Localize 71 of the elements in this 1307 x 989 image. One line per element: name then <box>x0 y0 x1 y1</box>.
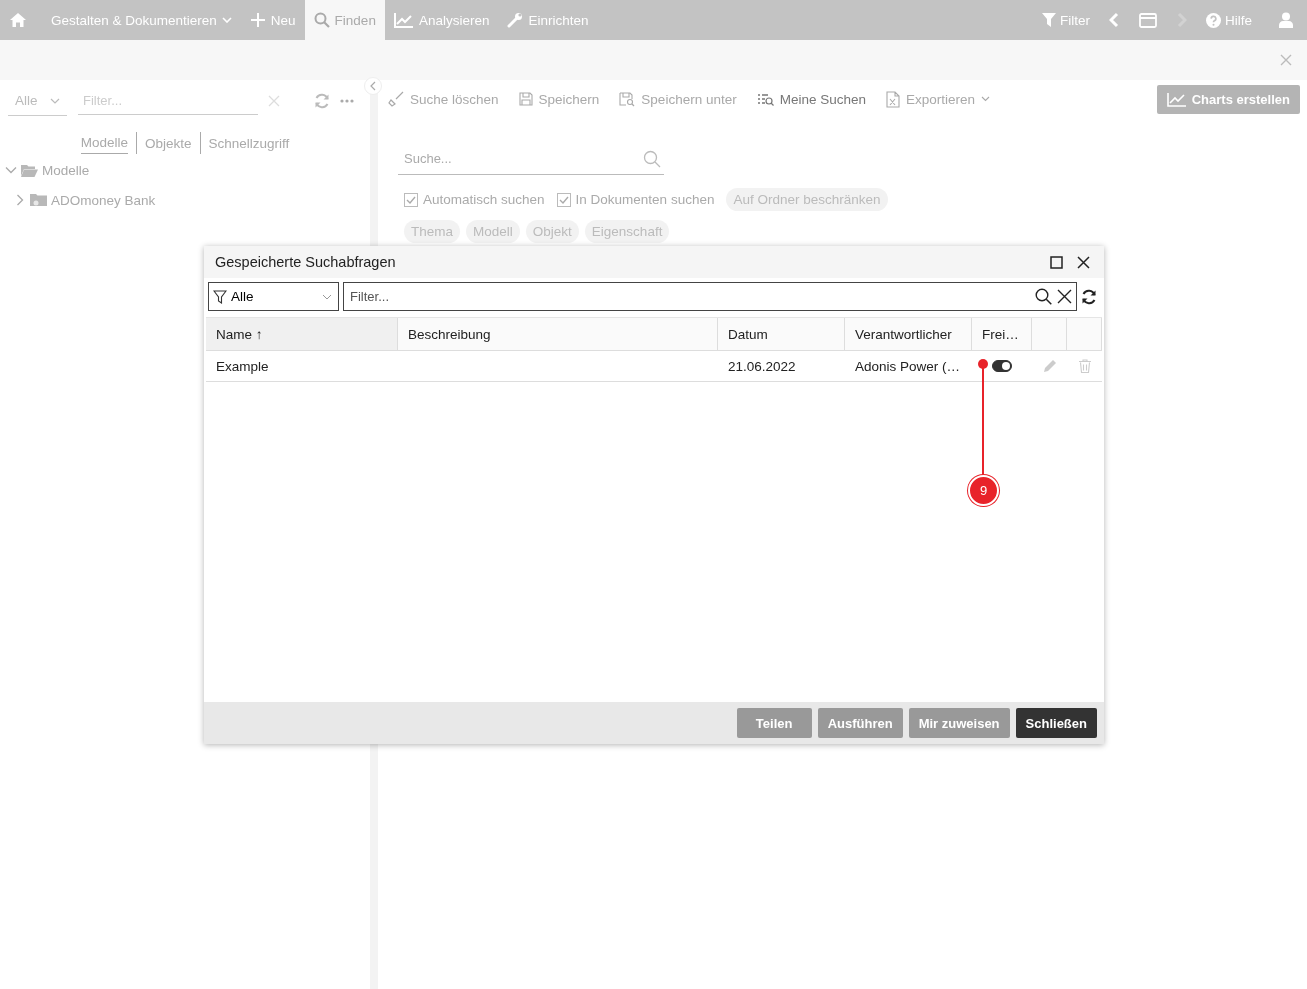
user-icon <box>1279 12 1293 28</box>
toolbar-button[interactable]: Meine Suchen <box>756 91 866 107</box>
caret-icon <box>322 293 332 300</box>
dialog-button[interactable]: Mir zuweisen <box>908 708 1010 738</box>
maximize-icon[interactable] <box>1050 255 1063 269</box>
chevron-down-icon[interactable] <box>5 164 17 176</box>
table-cell-text: Example <box>215 357 270 376</box>
filter-field[interactable]: Filter... <box>343 282 1077 311</box>
filter-icon <box>213 289 227 304</box>
pencil-icon[interactable] <box>1042 359 1057 373</box>
floppy-icon <box>518 92 533 106</box>
checkbox[interactable] <box>556 192 571 207</box>
excel-file-icon <box>886 90 900 108</box>
panel-tab[interactable]: Objekte <box>144 132 192 154</box>
dialog-title: Gespeicherte Suchabfragen <box>215 254 396 270</box>
refresh-icon[interactable] <box>1081 288 1097 305</box>
folder-icon <box>30 193 47 207</box>
create-charts-button[interactable]: Charts erstellen <box>1156 84 1300 114</box>
checkbox-label: Automatisch suchen <box>423 192 545 207</box>
caret-icon <box>221 17 232 23</box>
tree-item[interactable]: ADOmoney Bank <box>51 192 156 208</box>
tree-item[interactable]: Modelle <box>42 162 90 178</box>
help-button[interactable]: Hilfe <box>1197 0 1261 40</box>
dialog-button[interactable]: Teilen <box>736 708 812 738</box>
question-icon <box>1206 12 1221 28</box>
checkbox-label: In Dokumenten suchen <box>575 192 715 207</box>
close-icon[interactable] <box>1077 255 1090 269</box>
search-icon <box>1035 288 1052 305</box>
checkbox[interactable] <box>404 192 418 207</box>
scope-dropdown[interactable]: Alle <box>8 86 67 116</box>
dialog-button[interactable]: Ausführen <box>817 708 903 738</box>
plus-icon <box>249 12 266 28</box>
search-icon <box>313 12 330 28</box>
filter-button[interactable]: Filter <box>1033 0 1099 40</box>
nav-menu-item[interactable]: Finden <box>304 0 385 40</box>
column-header[interactable]: Name ↑ <box>206 318 398 350</box>
annotation-callout: 9 <box>968 359 999 507</box>
list-search-icon <box>756 92 774 106</box>
chevron-left-icon <box>1109 12 1119 28</box>
table-cell-text: Adonis Power (… <box>854 357 962 376</box>
caret-icon <box>49 97 60 104</box>
table-cell-text: 21.06.2022 <box>727 357 797 376</box>
dialog-button[interactable]: Schließen <box>1015 708 1097 738</box>
filter-icon <box>1042 13 1056 27</box>
column-header[interactable]: Verantwortlicher <box>845 318 972 350</box>
column-header[interactable]: Datum <box>718 318 845 350</box>
open-folder-icon <box>21 163 38 177</box>
clear-icon[interactable] <box>1057 289 1072 304</box>
line-chart-icon <box>1166 91 1187 107</box>
nav-menu-item[interactable]: Einrichten <box>498 0 598 40</box>
panel-tab[interactable]: Schnellzugriff <box>208 132 290 154</box>
floppy-search-icon <box>619 91 636 107</box>
more-icon[interactable] <box>340 99 354 103</box>
wrench-icon <box>507 12 524 28</box>
broom-icon <box>388 91 404 107</box>
window-icon <box>1139 12 1157 28</box>
nav-menu-item[interactable]: Gestalten & Dokumentieren <box>42 0 241 40</box>
caret-icon <box>981 96 991 102</box>
line-chart-icon <box>393 12 414 28</box>
column-header[interactable]: Frei… <box>972 318 1032 350</box>
chevron-right-icon[interactable] <box>14 194 26 206</box>
toggle-switch[interactable] <box>992 360 1012 372</box>
column-header[interactable]: Beschreibung <box>398 318 718 350</box>
nav-menu-item[interactable]: Analysieren <box>384 0 499 40</box>
trash-icon[interactable] <box>1078 359 1091 373</box>
search-icon <box>643 150 661 168</box>
scope-dropdown[interactable]: Alle <box>208 282 339 311</box>
chevron-left-icon <box>370 81 376 91</box>
nav-menu-item[interactable]: Neu <box>240 0 305 40</box>
panel-tab[interactable]: Modelle <box>80 132 128 154</box>
home-icon <box>9 12 27 28</box>
